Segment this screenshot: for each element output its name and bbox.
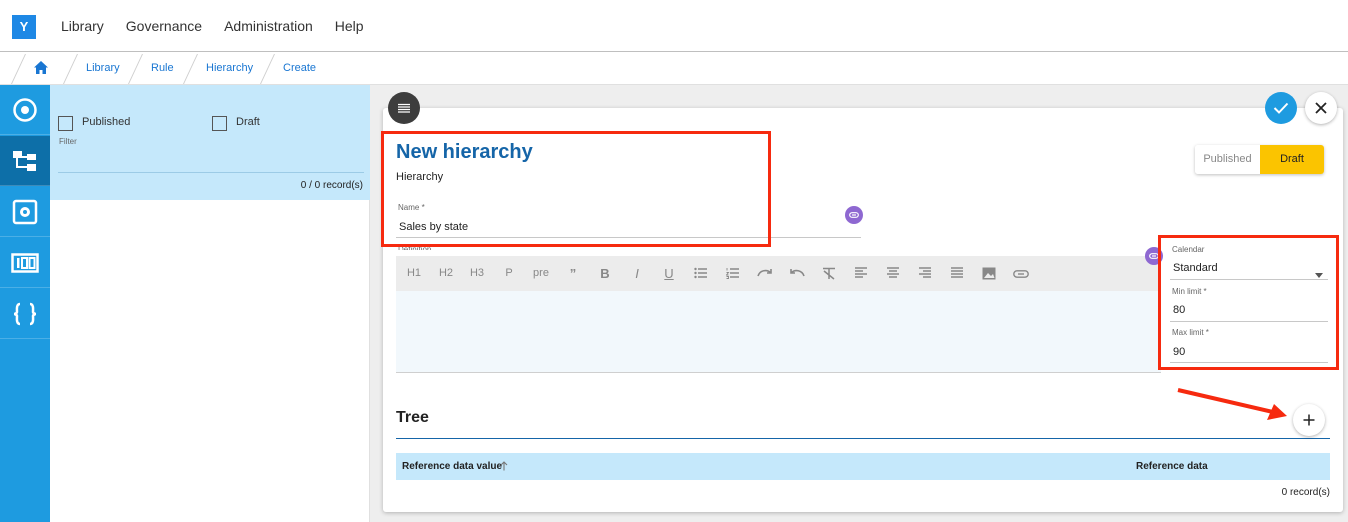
breadcrumb-rule[interactable]: Rule [151, 52, 174, 85]
image-icon[interactable] [977, 256, 1001, 291]
counter-icon [11, 252, 39, 273]
filter-record-count: 0 / 0 record(s) [300, 180, 363, 191]
align-right-icon[interactable] [913, 256, 937, 291]
highlight-box-limits [1158, 235, 1339, 370]
sidebar-item-hierarchy[interactable] [0, 136, 50, 186]
editor-toolbar: H1 H2 H3 P pre ” B I U [396, 256, 1161, 291]
sidebar [0, 85, 50, 522]
pre-button[interactable]: pre [529, 256, 553, 291]
paragraph-button[interactable]: P [497, 256, 521, 291]
column-reference-data-value[interactable]: Reference data value [402, 461, 502, 472]
justify-icon[interactable] [945, 256, 969, 291]
h2-button[interactable]: H2 [434, 256, 458, 291]
tree-record-count: 0 record(s) [1281, 487, 1330, 498]
published-checkbox-label: Published [82, 116, 131, 128]
align-left-icon[interactable] [849, 256, 873, 291]
close-icon [1315, 102, 1327, 114]
add-tree-node-button[interactable] [1293, 404, 1325, 436]
breadcrumb-separator [11, 54, 26, 84]
breadcrumb-separator [128, 54, 143, 84]
breadcrumb-create[interactable]: Create [283, 52, 316, 85]
italic-button[interactable]: I [625, 256, 649, 291]
column-reference-data[interactable]: Reference data [1136, 461, 1208, 472]
draft-checkbox[interactable] [212, 116, 227, 131]
filter-divider [58, 172, 364, 173]
numbered-list-icon[interactable] [721, 256, 745, 291]
bold-button[interactable]: B [593, 256, 617, 291]
link-icon [849, 212, 859, 218]
status-draft-option[interactable]: Draft [1260, 145, 1324, 174]
list-panel: Published Draft Filter 0 / 0 record(s) [50, 85, 370, 522]
highlight-box-title-name [381, 131, 771, 247]
breadcrumb-separator [63, 54, 78, 84]
status-published-option[interactable]: Published [1195, 145, 1260, 174]
save-button[interactable] [1265, 92, 1297, 124]
nav-governance[interactable]: Governance [126, 18, 202, 34]
breadcrumb-hierarchy[interactable]: Hierarchy [206, 52, 253, 85]
undo-icon[interactable] [785, 256, 809, 291]
close-button[interactable] [1305, 92, 1337, 124]
draft-checkbox-label: Draft [236, 116, 260, 128]
sidebar-item-settings[interactable] [0, 187, 50, 237]
tree-divider [396, 438, 1330, 439]
h1-button[interactable]: H1 [402, 256, 426, 291]
sidebar-item-counter[interactable] [0, 238, 50, 288]
breadcrumb-library[interactable]: Library [86, 52, 120, 85]
hierarchy-icon [13, 150, 36, 171]
h3-button[interactable]: H3 [465, 256, 489, 291]
app-logo[interactable]: Y [12, 15, 36, 39]
sidebar-item-target[interactable] [0, 85, 50, 135]
clear-format-icon[interactable] [817, 256, 841, 291]
home-icon[interactable] [33, 60, 49, 80]
check-icon [1273, 102, 1289, 114]
menu-button[interactable] [388, 92, 420, 124]
underline-button[interactable]: U [657, 256, 681, 291]
quote-icon[interactable]: ” [561, 256, 585, 291]
breadcrumb-separator [260, 54, 275, 84]
top-bar: Y Library Governance Administration Help [0, 0, 1348, 52]
menu-lines-icon [398, 103, 410, 113]
target-icon [13, 97, 37, 122]
published-checkbox[interactable] [58, 116, 73, 131]
nav-library[interactable]: Library [61, 18, 104, 34]
annotation-arrow-icon [1177, 388, 1287, 420]
sort-arrow-up-icon[interactable] [500, 461, 508, 471]
filter-label: Filter [59, 137, 77, 146]
status-toggle[interactable]: Published Draft [1195, 145, 1324, 174]
nav-help[interactable]: Help [335, 18, 364, 34]
tree-title: Tree [396, 409, 429, 426]
link-badge[interactable] [845, 206, 863, 224]
tree-table-header: Reference data value Reference data [396, 453, 1330, 480]
redo-icon[interactable] [753, 256, 777, 291]
settings-box-icon [12, 199, 38, 224]
bullet-list-icon[interactable] [689, 256, 713, 291]
plus-icon [1303, 414, 1315, 426]
braces-icon [13, 302, 37, 325]
description-editor[interactable] [396, 291, 1161, 373]
sidebar-item-code[interactable] [0, 289, 50, 339]
link-icon[interactable] [1009, 256, 1033, 291]
align-center-icon[interactable] [881, 256, 905, 291]
top-nav: Library Governance Administration Help [61, 18, 364, 34]
filter-box: Published Draft Filter 0 / 0 record(s) [50, 85, 370, 200]
breadcrumb: Library Rule Hierarchy Create [0, 52, 1348, 85]
breadcrumb-separator [183, 54, 198, 84]
nav-administration[interactable]: Administration [224, 18, 313, 34]
